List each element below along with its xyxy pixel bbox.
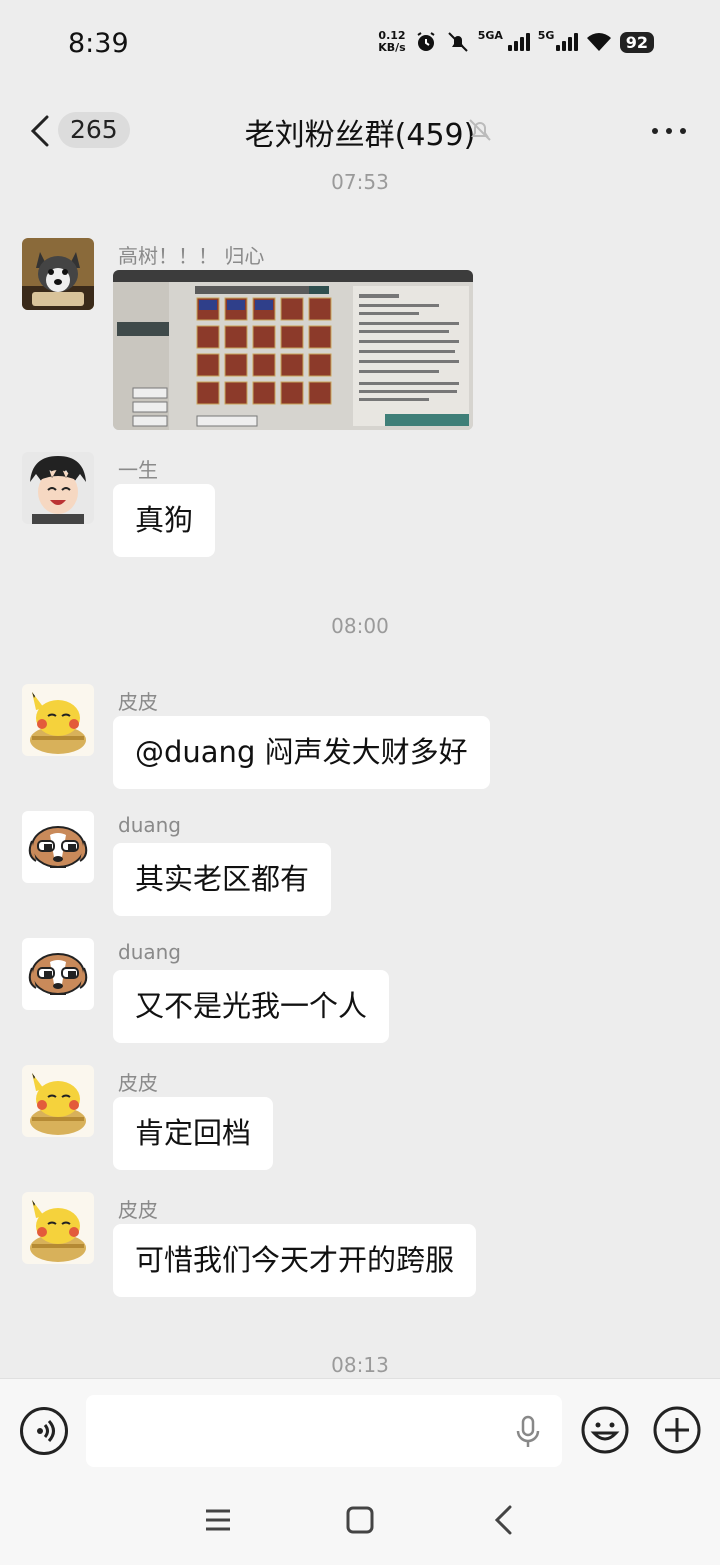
signal-sim1-icon: 5GA (478, 29, 530, 51)
home-icon[interactable] (346, 1506, 374, 1534)
message-bubble[interactable]: @duang 闷声发大财多好 (113, 716, 490, 789)
more-icon[interactable] (652, 128, 686, 134)
status-icons: 0.12 KB/s 5GA 5G 92 (378, 29, 654, 54)
system-navigation-bar (0, 1480, 720, 1565)
sender-name: 高树！！！ 归心 (118, 244, 265, 268)
message-bubble[interactable]: 又不是光我一个人 (113, 970, 390, 1043)
anime-boy-avatar[interactable] (22, 452, 94, 524)
pikachu-avatar[interactable] (22, 1065, 94, 1137)
message-bubble[interactable]: 可惜我们今天才开的跨服 (113, 1224, 477, 1297)
mic-icon[interactable] (514, 1415, 542, 1449)
sender-name: 皮皮 (118, 690, 158, 714)
battery-indicator: 92 (619, 31, 654, 53)
alarm-icon (417, 32, 435, 51)
system-back-icon[interactable] (492, 1504, 514, 1536)
timestamp: 08:00 (331, 614, 389, 638)
message-input[interactable] (86, 1395, 562, 1467)
menu-icon[interactable] (204, 1508, 232, 1532)
sender-name: duang (118, 813, 181, 837)
mute-notification-icon (448, 32, 468, 52)
sender-name: 一生 (118, 458, 158, 482)
voice-icon[interactable] (20, 1407, 68, 1455)
message-bubble[interactable]: 其实老区都有 (113, 843, 332, 916)
net-speed: 0.12 KB/s (378, 29, 406, 54)
pikachu-avatar[interactable] (22, 1192, 94, 1264)
sender-name: 皮皮 (118, 1198, 158, 1222)
sender-name: duang (118, 940, 181, 964)
wifi-icon (586, 33, 611, 51)
dog-avatar[interactable] (22, 811, 94, 883)
chat-title: 老刘粉丝群(459) (244, 118, 476, 153)
signal-sim2-icon: 5G (538, 29, 578, 51)
plus-icon[interactable] (652, 1405, 702, 1455)
pikachu-avatar[interactable] (22, 684, 94, 756)
chat-header: 265 老刘粉丝群(459) (0, 92, 720, 172)
emoji-icon[interactable] (580, 1405, 630, 1455)
message-bubble[interactable]: 肯定回档 (113, 1097, 274, 1170)
input-bar (0, 1378, 720, 1480)
status-time: 8:39 (68, 28, 129, 59)
status-bar: 8:39 0.12 KB/s 5GA 5G 92 (0, 0, 720, 92)
dog-avatar[interactable] (22, 938, 94, 1010)
mute-bell-icon (469, 119, 491, 141)
game-screenshot-image[interactable] (113, 270, 473, 430)
timestamp: 08:13 (331, 1353, 389, 1377)
timestamp: 07:53 (331, 170, 389, 194)
husky-avatar[interactable] (22, 238, 94, 310)
message-bubble[interactable]: 真狗 (113, 484, 216, 557)
sender-name: 皮皮 (118, 1071, 158, 1095)
